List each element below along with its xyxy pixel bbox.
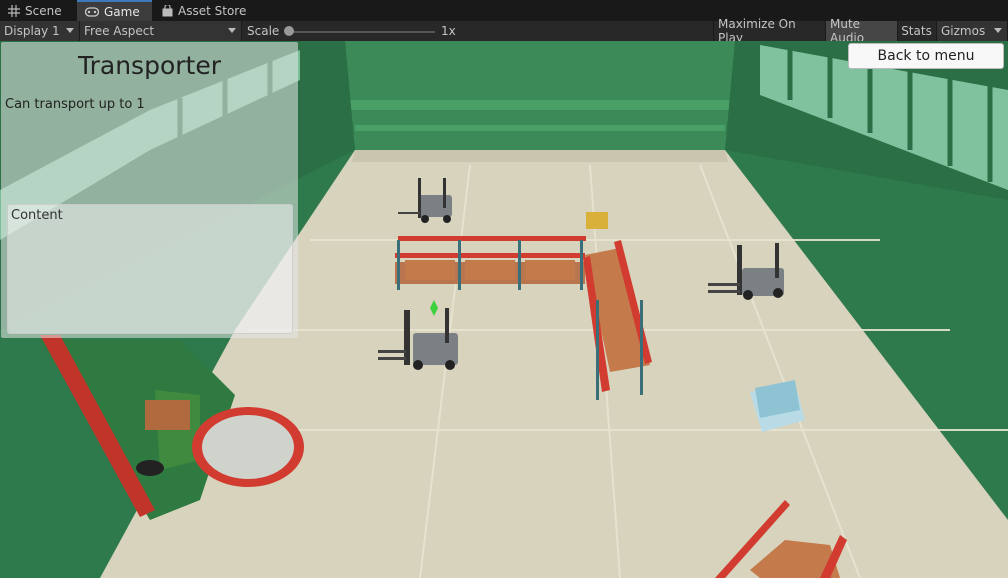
gizmos-dropdown-label: Gizmos: [941, 24, 986, 38]
game-view-toolbar: Display 1 Free Aspect Scale 1x Maximize …: [0, 17, 1008, 45]
panel-title: Transporter: [78, 51, 221, 80]
gamepad-icon: [85, 6, 99, 17]
tab-asset-store-label: Asset Store: [178, 3, 247, 18]
tab-asset-store[interactable]: Asset Store: [154, 0, 250, 21]
display-dropdown[interactable]: Display 1: [0, 21, 80, 41]
chevron-down-icon: [994, 28, 1002, 33]
maximize-on-play-button[interactable]: Maximize On Play: [713, 17, 823, 45]
tab-game[interactable]: Game: [77, 0, 152, 21]
stats-button[interactable]: Stats: [897, 21, 935, 41]
transporter-info-panel: Transporter Can transport up to 1 Conten…: [1, 42, 298, 338]
panel-description: Can transport up to 1: [5, 97, 145, 112]
yellow-crate: [586, 212, 608, 229]
far-wall: [345, 41, 735, 150]
grid-icon: [8, 4, 20, 17]
content-box: Content: [7, 204, 293, 334]
tab-scene-label: Scene: [25, 3, 62, 18]
mute-audio-button[interactable]: Mute Audio: [825, 17, 897, 45]
aspect-dropdown[interactable]: Free Aspect: [80, 21, 242, 41]
tab-scene[interactable]: Scene: [0, 0, 76, 21]
chevron-down-icon: [66, 28, 74, 33]
tab-game-label: Game: [104, 4, 140, 19]
scale-slider-track[interactable]: [290, 31, 435, 33]
unload-zone-ring: [192, 407, 304, 487]
content-label: Content: [11, 208, 63, 223]
chevron-down-icon: [228, 28, 236, 33]
scale-slider-handle[interactable]: [284, 26, 294, 36]
display-dropdown-label: Display 1: [4, 24, 60, 38]
scale-value: 1x: [441, 24, 456, 38]
aspect-dropdown-label: Free Aspect: [84, 24, 155, 38]
scale-label: Scale: [247, 24, 280, 38]
back-to-menu-button[interactable]: Back to menu: [848, 43, 1004, 69]
shopping-bag-icon: [162, 4, 173, 17]
gizmos-dropdown[interactable]: Gizmos: [936, 21, 1008, 41]
